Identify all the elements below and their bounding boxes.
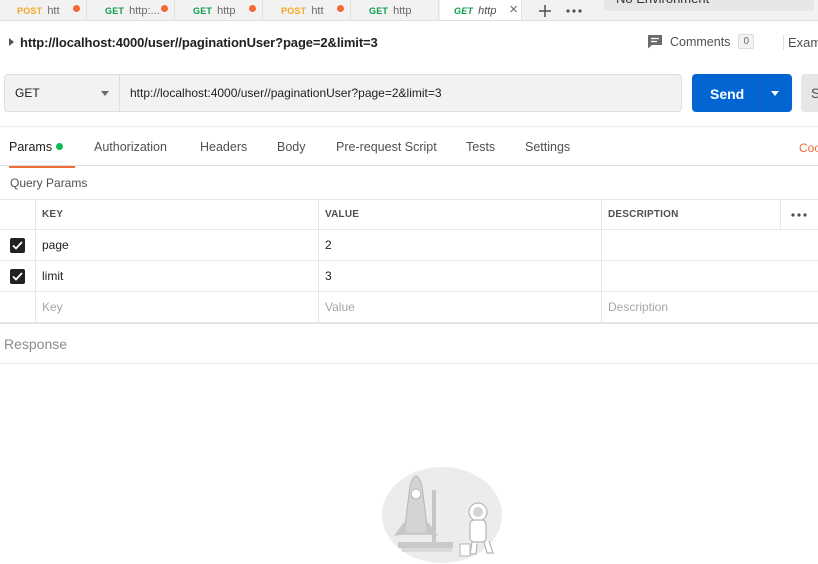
column-header-key: KEY xyxy=(35,200,318,229)
param-checkbox[interactable] xyxy=(10,268,25,284)
request-tab-strip: POST htt GET http:... GET http POST htt … xyxy=(0,0,818,21)
send-options-chevron-icon[interactable] xyxy=(771,91,779,96)
tab-tests[interactable]: Tests xyxy=(466,140,495,154)
request-header: http://localhost:4000/user//paginationUs… xyxy=(0,22,818,64)
param-value-field[interactable]: 2 xyxy=(318,230,601,260)
chevron-down-icon xyxy=(101,91,109,96)
tab-method: GET xyxy=(369,5,389,16)
examples-button[interactable]: Exam xyxy=(783,35,818,50)
url-input[interactable] xyxy=(121,75,681,111)
param-key-field[interactable]: page xyxy=(35,230,318,260)
more-options-icon xyxy=(790,212,807,217)
table-row-empty: Key Value Description xyxy=(0,292,818,323)
rocket-astronaut-illustration xyxy=(382,467,502,563)
request-tab[interactable]: POST htt xyxy=(0,0,87,20)
new-key-input[interactable]: Key xyxy=(35,292,318,322)
unsaved-dot-icon xyxy=(337,5,344,12)
send-button[interactable]: Send xyxy=(692,74,792,112)
tab-url: http xyxy=(217,4,236,17)
response-panel-header[interactable]: Response xyxy=(0,323,818,364)
tab-pre-request-script[interactable]: Pre-request Script xyxy=(336,140,437,154)
cookies-link[interactable]: Coo xyxy=(799,141,818,155)
param-description-field[interactable] xyxy=(601,261,818,291)
tab-method: GET xyxy=(193,5,213,16)
table-row: page 2 xyxy=(0,230,818,261)
request-tab[interactable]: GET http xyxy=(352,0,439,20)
unsaved-dot-icon xyxy=(161,5,168,12)
tab-method: GET xyxy=(105,5,125,16)
tab-url: http:... xyxy=(129,4,160,17)
unsaved-dot-icon xyxy=(73,5,80,12)
tab-method: GET xyxy=(454,6,474,16)
column-header-value: VALUE xyxy=(318,200,601,229)
tab-settings[interactable]: Settings xyxy=(525,140,570,154)
select-all-cell xyxy=(0,200,35,229)
close-tab-icon[interactable]: × xyxy=(509,0,518,19)
environment-selector[interactable]: No Environment xyxy=(604,0,814,11)
request-config-tabs: Params Authorization Headers Body Pre-re… xyxy=(0,126,818,168)
tab-options-button[interactable] xyxy=(560,0,588,20)
tab-method: POST xyxy=(281,5,307,16)
checkmark-icon xyxy=(12,240,23,250)
checkbox-cell xyxy=(0,261,35,291)
method-label: GET xyxy=(15,86,40,100)
request-tab[interactable]: GET http:... xyxy=(88,0,175,20)
request-tab-active[interactable]: GET http × xyxy=(440,0,522,20)
send-label: Send xyxy=(710,86,745,102)
param-value-field[interactable]: 3 xyxy=(318,261,601,291)
new-value-input[interactable]: Value xyxy=(318,292,601,322)
request-title[interactable]: http://localhost:4000/user//paginationUs… xyxy=(20,35,378,50)
expand-caret-icon[interactable] xyxy=(9,38,14,46)
save-button[interactable]: S xyxy=(801,74,818,112)
param-key-field[interactable]: limit xyxy=(35,261,318,291)
tab-body[interactable]: Body xyxy=(277,140,306,154)
unsaved-dot-icon xyxy=(249,5,256,12)
tab-method: POST xyxy=(17,5,43,16)
checkbox-cell xyxy=(0,230,35,260)
tab-url: htt xyxy=(47,4,60,17)
tab-headers[interactable]: Headers xyxy=(200,140,247,154)
comment-icon xyxy=(648,35,662,49)
param-description-field[interactable] xyxy=(601,230,818,260)
response-label: Response xyxy=(4,336,68,352)
tab-url: http xyxy=(393,4,412,17)
tab-params[interactable]: Params xyxy=(9,140,76,168)
query-params-title: Query Params xyxy=(10,176,88,190)
query-params-table: KEY VALUE DESCRIPTION page 2 limit 3 Key… xyxy=(0,199,818,323)
tab-params-label: Params xyxy=(9,140,53,154)
new-description-input[interactable]: Description xyxy=(601,292,818,322)
bulk-edit-options-button[interactable] xyxy=(780,200,816,229)
tab-authorization[interactable]: Authorization xyxy=(94,140,167,154)
new-tab-button[interactable] xyxy=(531,0,559,20)
request-url-bar: GET xyxy=(4,74,682,112)
param-checkbox[interactable] xyxy=(10,237,25,253)
comments-label: Comments xyxy=(670,34,731,49)
method-select[interactable]: GET xyxy=(5,75,120,111)
request-tab[interactable]: GET http xyxy=(176,0,263,20)
more-options-icon xyxy=(566,8,582,13)
request-tab[interactable]: POST htt xyxy=(264,0,351,20)
checkmark-icon xyxy=(12,271,23,281)
checkbox-cell xyxy=(0,292,35,322)
table-header-row: KEY VALUE DESCRIPTION xyxy=(0,199,818,230)
table-row: limit 3 xyxy=(0,261,818,292)
tab-url: http xyxy=(478,5,497,17)
comments-count-badge: 0 xyxy=(738,34,754,49)
plus-icon xyxy=(539,4,551,17)
params-active-dot-icon xyxy=(56,143,64,150)
tab-url: htt xyxy=(311,4,324,17)
send-divider xyxy=(761,74,762,112)
comments-button[interactable]: Comments 0 xyxy=(647,34,754,49)
